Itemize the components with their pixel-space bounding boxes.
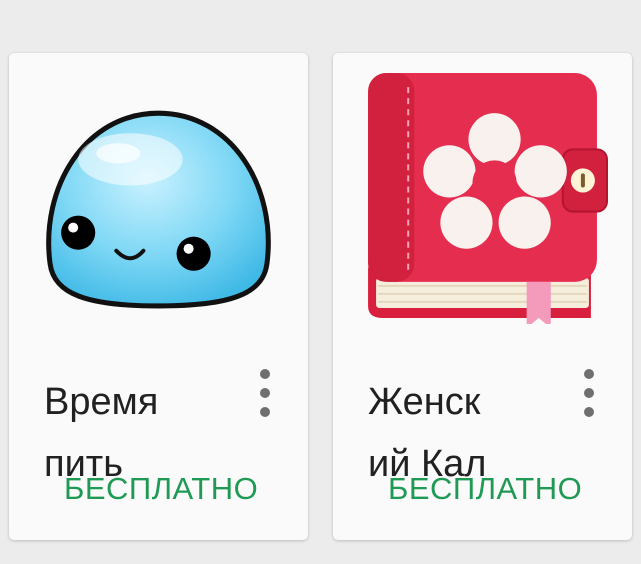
price-label: БЕСПЛАТНО — [388, 471, 583, 506]
more-vert-icon — [260, 369, 270, 379]
app-title-line1: Женск — [368, 381, 481, 423]
app-card-period-calendar[interactable]: Женск ий Кал БЕСПЛАТНО — [333, 53, 632, 540]
water-drop-mascot-icon — [46, 110, 271, 309]
app-card-water-reminder[interactable]: Время пить БЕСПЛАТНО — [9, 53, 308, 540]
more-vert-icon — [584, 369, 594, 379]
more-options-button[interactable] — [576, 365, 602, 421]
more-options-button[interactable] — [252, 365, 278, 421]
flower-diary-icon — [368, 73, 608, 324]
app-title-line1: Время — [44, 381, 159, 423]
price-label: БЕСПЛАТНО — [64, 471, 259, 506]
